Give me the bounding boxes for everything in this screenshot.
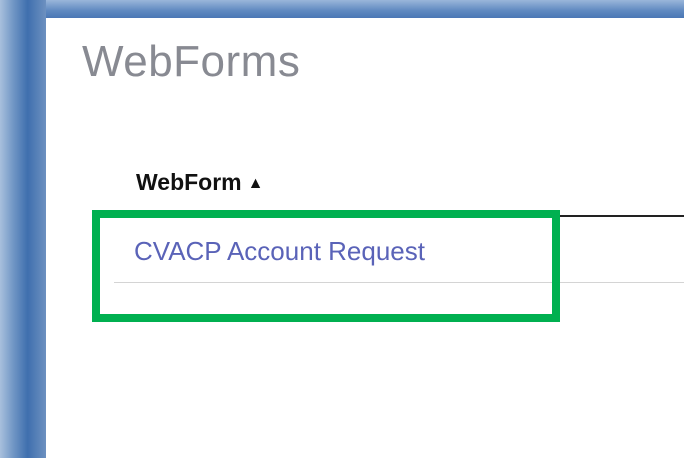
screenshot-frame: WebForms WebForm ▲ CVACP Account Request — [0, 0, 684, 458]
sort-ascending-icon: ▲ — [247, 175, 264, 192]
highlight-annotation-box — [92, 210, 560, 322]
window-left-frame — [0, 0, 46, 458]
window-top-frame — [0, 0, 684, 18]
header-divider — [554, 215, 684, 217]
column-header-label: WebForm — [136, 169, 242, 195]
page-title: WebForms — [82, 37, 301, 86]
column-header-webform[interactable]: WebForm ▲ — [136, 171, 263, 194]
